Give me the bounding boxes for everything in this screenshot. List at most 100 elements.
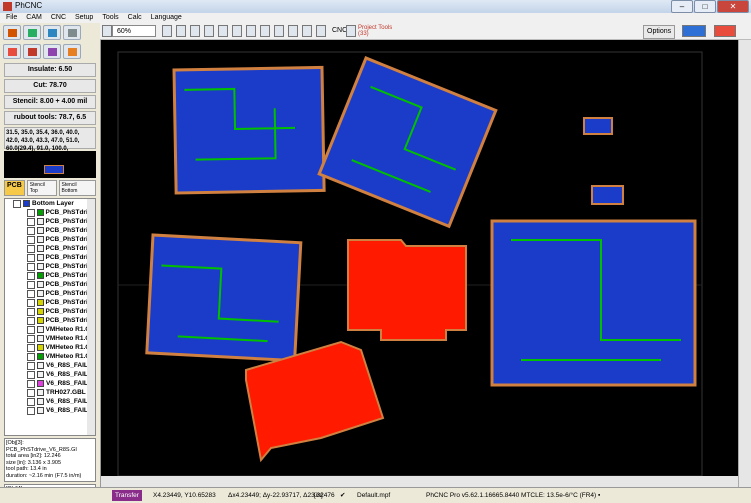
stencil-param[interactable]: Stencil: 8.00 + 4.00 mil bbox=[4, 95, 96, 109]
layer-row[interactable]: PCB_PhSTdrive bbox=[5, 298, 95, 307]
checkbox[interactable] bbox=[27, 307, 35, 316]
mirror-icon[interactable] bbox=[246, 25, 256, 37]
move-icon[interactable] bbox=[218, 25, 228, 37]
checkbox[interactable] bbox=[27, 397, 35, 406]
checkbox[interactable] bbox=[27, 406, 35, 415]
tree-scrollbar[interactable] bbox=[87, 199, 95, 435]
checkbox[interactable] bbox=[27, 352, 35, 361]
checkbox[interactable] bbox=[27, 217, 35, 226]
checkbox[interactable] bbox=[27, 298, 35, 307]
view-toggle-icon[interactable] bbox=[682, 25, 706, 37]
checkbox[interactable] bbox=[27, 370, 35, 379]
vertical-scrollbar[interactable] bbox=[738, 40, 751, 487]
tool-button[interactable] bbox=[3, 25, 21, 40]
app-icon bbox=[3, 2, 12, 11]
layer-row[interactable]: PCB_PhSTdrive bbox=[5, 316, 95, 325]
layer-row[interactable]: PCB_PhSTdrive bbox=[5, 208, 95, 217]
layer-row[interactable]: PCB_PhSTdrive bbox=[5, 280, 95, 289]
layer-row[interactable]: VMHeteo R1.GB bbox=[5, 325, 95, 334]
tree-header[interactable]: Bottom Layer bbox=[5, 199, 95, 208]
layer-row[interactable]: PCB_PhSTdrive bbox=[5, 253, 95, 262]
checkbox[interactable] bbox=[27, 244, 35, 253]
menu-calc[interactable]: Calc bbox=[128, 13, 142, 23]
tool-button[interactable] bbox=[43, 44, 61, 59]
checkbox[interactable] bbox=[27, 388, 35, 397]
align-icon[interactable] bbox=[260, 25, 270, 37]
pcb-canvas[interactable] bbox=[101, 40, 738, 487]
tool-button[interactable] bbox=[63, 44, 81, 59]
grid-icon[interactable] bbox=[288, 25, 298, 37]
menu-tools[interactable]: Tools bbox=[102, 13, 118, 23]
layer-row[interactable]: PCB_PhSTdrive bbox=[5, 271, 95, 280]
checkbox[interactable] bbox=[27, 334, 35, 343]
close-button[interactable]: ✕ bbox=[717, 0, 749, 13]
checkbox[interactable] bbox=[27, 208, 35, 217]
layer-row[interactable]: PCB_PhSTdrive bbox=[5, 244, 95, 253]
layer-row[interactable]: VMHeteo R1.GB bbox=[5, 343, 95, 352]
rubout-param[interactable]: rubout tools: 78.7, 6.5 bbox=[4, 111, 96, 125]
checkbox[interactable] bbox=[27, 271, 35, 280]
layer-row[interactable]: PCB_PhSTdrive bbox=[5, 307, 95, 316]
tab-stencil-top[interactable]: Stencil Top bbox=[26, 180, 57, 196]
layer-row[interactable]: V6_R8S_FAILTI bbox=[5, 379, 95, 388]
tab-pcb[interactable]: PCB bbox=[4, 180, 25, 196]
measure-icon[interactable] bbox=[302, 25, 312, 37]
checkbox[interactable] bbox=[27, 316, 35, 325]
pcb-drawing[interactable] bbox=[101, 40, 738, 487]
rotate-icon[interactable] bbox=[232, 25, 242, 37]
menu-cam[interactable]: CAM bbox=[26, 13, 42, 23]
layer-row[interactable]: V6_R8S_FAILGI bbox=[5, 397, 95, 406]
tool-button[interactable] bbox=[23, 25, 41, 40]
layer-row[interactable]: PCB_PhSTdrive bbox=[5, 289, 95, 298]
tab-stencil-bottom[interactable]: Stencil Bottom bbox=[58, 180, 96, 196]
options-button[interactable]: Options bbox=[643, 25, 676, 39]
checkbox[interactable] bbox=[27, 325, 35, 334]
zoom-in-icon[interactable] bbox=[162, 25, 172, 37]
menu-language[interactable]: Language bbox=[151, 13, 182, 23]
checkbox[interactable] bbox=[27, 262, 35, 271]
checkbox[interactable] bbox=[13, 199, 21, 208]
project-icon[interactable] bbox=[346, 25, 356, 37]
menu-file[interactable]: File bbox=[6, 13, 17, 23]
checkbox[interactable] bbox=[27, 253, 35, 262]
zoom-select[interactable]: 60% bbox=[112, 25, 156, 37]
checkbox[interactable] bbox=[27, 226, 35, 235]
zoom-fit-icon[interactable] bbox=[176, 25, 186, 37]
checkbox[interactable] bbox=[27, 280, 35, 289]
checkbox[interactable] bbox=[27, 361, 35, 370]
tool-button[interactable] bbox=[63, 25, 81, 40]
units-label: [in] bbox=[314, 492, 323, 499]
zoom-out-icon[interactable] bbox=[190, 25, 200, 37]
layer-row[interactable]: V6_R8S_FAILGI bbox=[5, 370, 95, 379]
cnc-button[interactable]: CNC bbox=[332, 25, 347, 37]
checkbox[interactable] bbox=[27, 289, 35, 298]
layer-row[interactable]: VMHeteo R1.GB bbox=[5, 334, 95, 343]
project-tools-button[interactable]: Project Tools (33) bbox=[358, 25, 398, 37]
tools-list[interactable]: 31.5, 35.0, 35.4, 36.0, 40.0, 42.0, 43.0… bbox=[4, 127, 96, 152]
layer-row[interactable]: PCB_PhSTdrive bbox=[5, 217, 95, 226]
layer-row[interactable]: PCB_PhSTdrive bbox=[5, 262, 95, 271]
layers-icon[interactable] bbox=[274, 25, 284, 37]
tool-button[interactable] bbox=[3, 44, 21, 59]
menu-cnc[interactable]: CNC bbox=[51, 13, 66, 23]
layer-row[interactable]: V6_R8S_FAILGI bbox=[5, 361, 95, 370]
layer-row[interactable]: TRH027.GBL bbox=[5, 388, 95, 397]
print-icon[interactable] bbox=[316, 25, 326, 37]
layer-row[interactable]: PCB_PhSTdrive bbox=[5, 226, 95, 235]
layer-row[interactable]: VMHeteo R1.GB bbox=[5, 352, 95, 361]
zoom-icon[interactable] bbox=[102, 25, 112, 37]
tool-button[interactable] bbox=[23, 44, 41, 59]
tool-button[interactable] bbox=[43, 25, 61, 40]
menu-setup[interactable]: Setup bbox=[75, 13, 93, 23]
minimize-button[interactable]: – bbox=[671, 0, 693, 13]
layer-row[interactable]: V6_R8S_FAILGI bbox=[5, 406, 95, 415]
layer-row[interactable]: PCB_PhSTdrive bbox=[5, 235, 95, 244]
checkbox[interactable] bbox=[27, 379, 35, 388]
insulate-param[interactable]: Insulate: 6.50 bbox=[4, 63, 96, 77]
horizontal-scrollbar[interactable] bbox=[101, 476, 738, 487]
select-icon[interactable] bbox=[204, 25, 214, 37]
maximize-button[interactable]: □ bbox=[694, 0, 716, 13]
checkbox[interactable] bbox=[27, 235, 35, 244]
checkbox[interactable] bbox=[27, 343, 35, 352]
cut-param[interactable]: Cut: 78.70 bbox=[4, 79, 96, 93]
